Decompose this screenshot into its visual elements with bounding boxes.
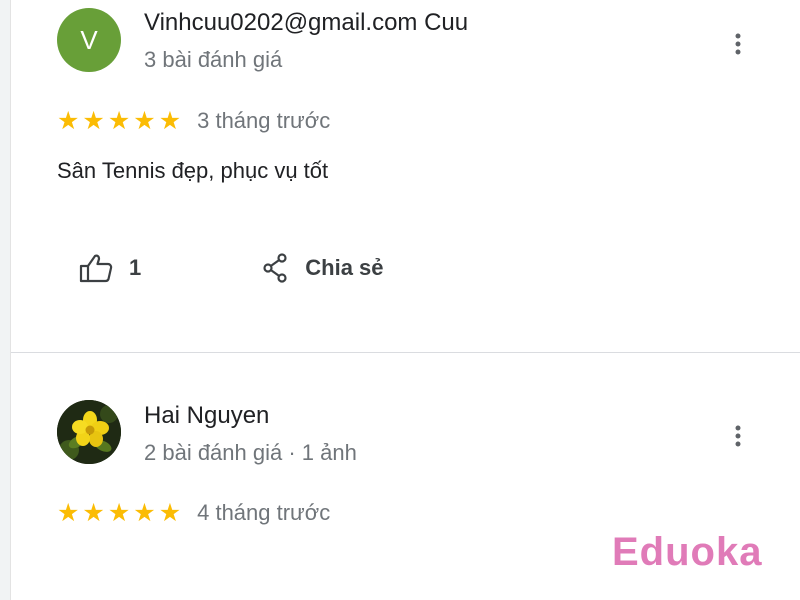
- share-button[interactable]: Chia sẻ: [261, 253, 384, 283]
- like-count: 1: [129, 255, 142, 280]
- star-icon: ★: [82, 106, 105, 135]
- reviewer-name[interactable]: Vinhcuu0202@gmail.com Cuu: [144, 9, 468, 37]
- star-rating: ★ ★ ★ ★ ★: [57, 498, 182, 527]
- share-icon: [263, 253, 287, 283]
- yellow-flower-photo-icon: [57, 400, 121, 464]
- rating-row: ★ ★ ★ ★ ★ 4 tháng trước: [57, 500, 330, 526]
- star-icon: ★: [82, 498, 105, 527]
- avatar[interactable]: [57, 400, 121, 464]
- watermark-logo: Eduoka: [612, 530, 763, 574]
- star-icon: ★: [158, 498, 182, 527]
- star-icon: ★: [107, 498, 131, 527]
- avatar-letter: V: [80, 24, 98, 55]
- rating-row: ★ ★ ★ ★ ★ 3 tháng trước: [57, 108, 330, 134]
- more-options-button[interactable]: [724, 30, 752, 58]
- reviewer-name[interactable]: Hai Nguyen: [144, 402, 269, 430]
- review-divider: [11, 352, 800, 353]
- review-text: Sân Tennis đẹp, phục vụ tốt: [57, 158, 329, 183]
- avatar[interactable]: V: [57, 8, 121, 72]
- more-vert-icon: [735, 425, 741, 447]
- left-panel-edge: [0, 0, 11, 600]
- share-label: Chia sẻ: [305, 255, 384, 280]
- review-date: 4 tháng trước: [197, 500, 331, 525]
- review-actions: 1 Chia sẻ: [79, 248, 384, 288]
- reviewer-stats: 2 bài đánh giá · 1 ảnh: [144, 440, 357, 465]
- star-icon: ★: [133, 106, 156, 135]
- star-icon: ★: [158, 106, 182, 135]
- star-icon: ★: [57, 106, 80, 135]
- like-button[interactable]: 1: [79, 253, 141, 283]
- thumb-up-icon: [79, 254, 113, 283]
- star-icon: ★: [57, 498, 80, 527]
- review-card: V Vinhcuu0202@gmail.com Cuu 3 bài đánh g…: [11, 0, 800, 352]
- more-options-button[interactable]: [724, 422, 752, 450]
- review-date: 3 tháng trước: [197, 108, 331, 133]
- star-rating: ★ ★ ★ ★ ★: [57, 106, 182, 135]
- star-icon: ★: [107, 106, 131, 135]
- star-icon: ★: [133, 498, 156, 527]
- reviewer-stats: 3 bài đánh giá: [144, 47, 283, 72]
- more-vert-icon: [735, 33, 741, 55]
